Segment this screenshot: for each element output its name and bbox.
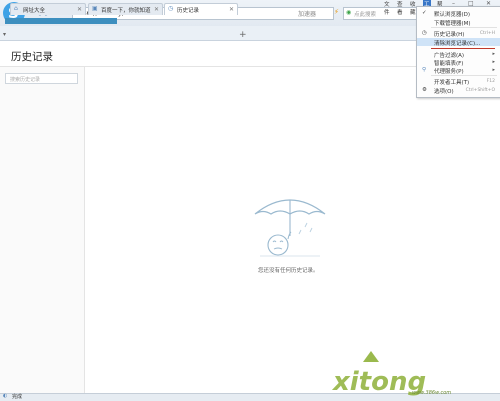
menu-item-shortcut: Ctrl+Shift+O — [465, 87, 495, 93]
home-icon: ⌂ — [14, 5, 18, 12]
status-icon: ◐ — [3, 393, 8, 399]
proxy-icon: ⚲ — [422, 67, 427, 73]
menu-item-history[interactable]: ◷ 历史记录(H) Ctrl+H — [417, 29, 500, 38]
gear-icon: ⚙ — [422, 87, 427, 93]
search-engine-icon: ◉ — [346, 9, 352, 16]
tab-menu-icon[interactable]: ▾ — [3, 31, 6, 38]
menu-item-options[interactable]: ⚙ 选项(O) Ctrl+Shift+O — [417, 86, 500, 95]
tab-label: 历史记录 — [177, 8, 200, 14]
menu-item-download-manager[interactable]: 下载管理器(M) — [417, 18, 500, 27]
search-box[interactable]: ◉ 点此搜索 — [343, 7, 417, 20]
close-icon[interactable]: ✕ — [229, 6, 234, 13]
watermark-url: www.386w.com — [412, 390, 452, 396]
menu-item-label: 默认浏览器(D) — [434, 12, 471, 18]
menu-item-autofill[interactable]: 智能填表(F) ▸ — [417, 58, 500, 68]
submenu-arrow-icon: ▸ — [492, 66, 495, 73]
accelerator-label[interactable]: 加速器 — [298, 9, 316, 18]
menu-item-shortcut: Ctrl+H — [479, 30, 495, 36]
menu-item-label: 下载管理器(M) — [434, 21, 471, 27]
new-tab-icon[interactable]: + — [239, 30, 247, 40]
search-input: 点此搜索 — [354, 12, 377, 18]
history-search-input[interactable]: 搜索历史记录 — [5, 73, 78, 84]
history-icon: ◷ — [422, 30, 427, 36]
menu-item-label: 选项(O) — [434, 89, 454, 95]
close-icon[interactable]: ✕ — [77, 6, 82, 13]
menu-item-clear-history[interactable]: 清除浏览记录(C)... — [417, 38, 500, 47]
menu-file[interactable]: 文件 — [384, 0, 390, 16]
submenu-arrow-icon: ▸ — [492, 58, 495, 65]
menu-item-label: 清除浏览记录(C)... — [434, 41, 481, 47]
menu-divider — [431, 27, 497, 28]
page-title: 历史记录 — [11, 51, 53, 63]
menu-favorites[interactable]: 收藏 — [410, 0, 416, 16]
menu-item-label: 历史记录(H) — [434, 32, 465, 38]
menu-item-devtools[interactable]: 开发者工具(T) F12 — [417, 77, 500, 87]
menu-view[interactable]: 查看 — [397, 0, 403, 16]
empty-history-message: 您还没有任何历史记录。 — [258, 268, 319, 274]
tab-label: 百度一下，你就知道 — [101, 8, 151, 14]
menu-item-shortcut: F12 — [486, 78, 495, 84]
menu-item-label: 代理服务(P) — [434, 69, 464, 75]
submenu-arrow-icon: ▸ — [492, 50, 495, 57]
search-placeholder: 搜索历史记录 — [10, 76, 41, 83]
highlight-underline — [431, 48, 495, 49]
progress-bar — [5, 18, 117, 24]
empty-umbrella-icon — [254, 199, 326, 257]
menu-item-label: 开发者工具(T) — [434, 80, 470, 86]
tab-baidu[interactable]: ▣ 百度一下，你就知道 ✕ — [88, 3, 163, 15]
tools-dropdown-menu: ✓ 默认浏览器(D) 下载管理器(M) ◷ 历史记录(H) Ctrl+H 清除浏… — [416, 6, 500, 98]
page-icon: ▣ — [92, 5, 98, 12]
tab-label: 网址大全 — [23, 8, 46, 14]
menu-item-default-browser[interactable]: ✓ 默认浏览器(D) — [417, 9, 500, 18]
menu-divider — [431, 75, 497, 76]
history-icon: ◷ — [168, 5, 174, 12]
tab-site-nav[interactable]: ⌂ 网址大全 ✕ — [10, 3, 86, 15]
close-icon[interactable]: ✕ — [154, 6, 159, 13]
lightning-icon[interactable]: ⚡ — [334, 8, 339, 16]
check-icon: ✓ — [422, 10, 427, 16]
menu-item-proxy[interactable]: ⚲ 代理服务(P) ▸ — [417, 66, 500, 76]
status-text: 完成 — [12, 394, 23, 400]
menu-item-adblock[interactable]: 广告过滤(A) ▸ — [417, 50, 500, 60]
tab-history[interactable]: ◷ 历史记录 ✕ — [164, 3, 238, 15]
history-sidebar — [0, 67, 85, 393]
